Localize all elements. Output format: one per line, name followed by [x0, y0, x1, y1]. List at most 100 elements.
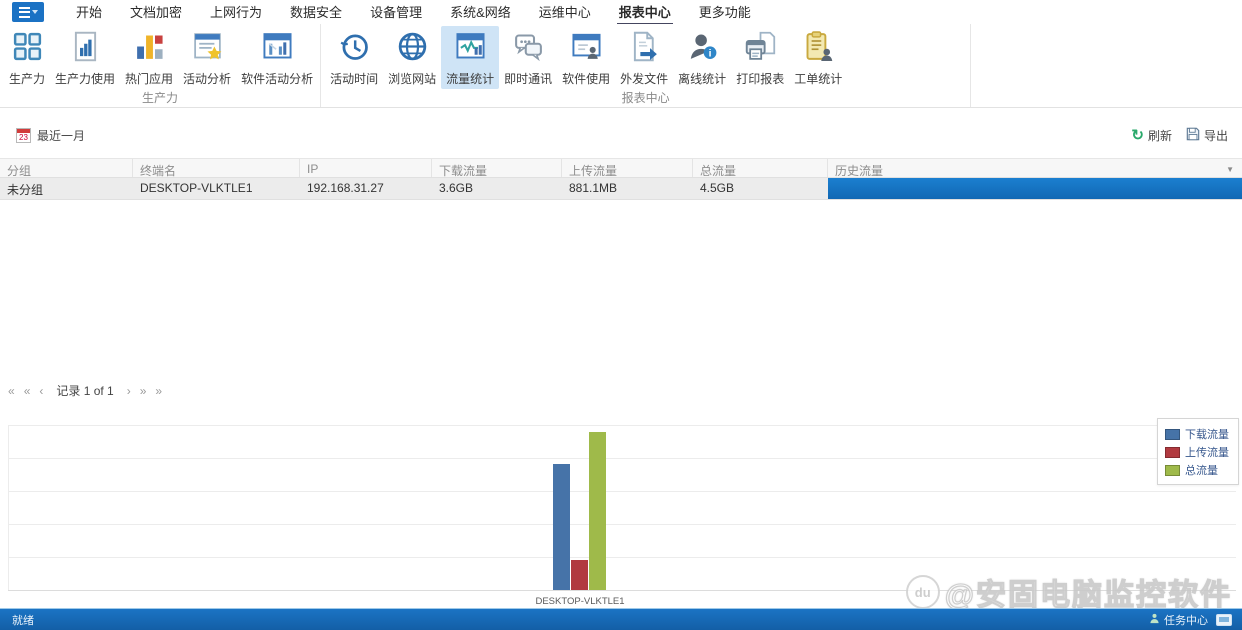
ribbon-item-instant-messaging[interactable]: 即时通讯 [499, 26, 557, 89]
cell-ip: 192.168.31.27 [307, 181, 384, 195]
tab-ops-center[interactable]: 运维中心 [525, 0, 605, 26]
ribbon-item-label: 工单统计 [794, 72, 843, 86]
legend-swatch-download [1165, 428, 1180, 440]
window-user-icon [570, 30, 603, 68]
ribbon-item-productivity[interactable]: 生产力 [4, 26, 50, 89]
ribbon-item-label: 热门应用 [125, 72, 174, 86]
traffic-pulse-icon [454, 30, 487, 68]
date-range-filter[interactable]: 23 最近一月 [16, 127, 85, 144]
tab-web-behavior[interactable]: 上网行为 [196, 0, 276, 26]
ribbon-item-label: 外发文件 [620, 72, 669, 86]
refresh-button[interactable]: ↻ 刷新 [1131, 127, 1172, 144]
pager-prev-page-button[interactable]: « [24, 384, 31, 398]
ribbon-item-activity-time[interactable]: 活动时间 [325, 26, 383, 89]
refresh-icon: ↻ [1131, 126, 1144, 144]
monitor-icon[interactable] [1216, 613, 1232, 626]
chevron-down-icon [31, 10, 38, 14]
ribbon-item-traffic-statistics[interactable]: 流量统计 [441, 26, 500, 89]
filter-caret-icon[interactable]: ▼ [1226, 165, 1234, 174]
status-ready-text: 就绪 [12, 614, 34, 627]
table-row[interactable]: 未分组 DESKTOP-VLKTLE1 192.168.31.27 3.6GB … [0, 178, 1242, 200]
ribbon-group-title: 生产力 [142, 91, 179, 105]
x-axis-line [8, 590, 1236, 591]
doc-chart-icon [69, 30, 102, 68]
tab-system-network[interactable]: 系统&网络 [436, 0, 525, 26]
legend-item-upload: 上传流量 [1165, 444, 1232, 460]
tab-doc-encryption[interactable]: 文档加密 [116, 0, 196, 26]
status-bar: 就绪 任务中心 [0, 608, 1242, 630]
ribbon-spacer [971, 24, 1242, 107]
col-header-download[interactable]: 下载流量 [432, 159, 562, 177]
ribbon-item-offline-statistics[interactable]: i 离线统计 [673, 26, 731, 89]
hamburger-icon [18, 6, 30, 18]
printer-icon [744, 30, 777, 68]
ribbon-item-outgoing-files[interactable]: 外发文件 [615, 26, 673, 89]
pager-first-button[interactable]: « [8, 384, 15, 398]
bar-2-total [589, 432, 606, 590]
pager-last-button[interactable]: » [155, 384, 162, 398]
export-button[interactable]: 导出 [1186, 127, 1228, 144]
bars-plot-area [0, 405, 1242, 590]
ribbon-item-label: 生产力使用 [55, 72, 116, 86]
tab-start[interactable]: 开始 [62, 0, 116, 26]
clock-history-icon [338, 30, 371, 68]
ribbon-item-software-activity-analysis[interactable]: 软件活动分析 [236, 26, 318, 89]
date-range-label: 最近一月 [37, 129, 86, 143]
toolbar-actions: ↻ 刷新 导出 [1131, 127, 1228, 144]
ribbon-item-label: 软件使用 [562, 72, 611, 86]
clipboard-user-icon [802, 30, 835, 68]
col-header-terminal[interactable]: 终端名 [133, 159, 300, 177]
menu-tabs: 开始 文档加密 上网行为 数据安全 设备管理 系统&网络 运维中心 报表中心 更… [62, 0, 765, 26]
ribbon-group-report-center: 活动时间 浏览网站 流量统计 即时通讯 软件使用 外发文件 i 离线统计 打印报… [321, 24, 972, 107]
pager-record-text: 记录 1 of 1 [56, 384, 114, 398]
app-window: 开始 文档加密 上网行为 数据安全 设备管理 系统&网络 运维中心 报表中心 更… [0, 0, 1242, 630]
cell-history [828, 178, 1242, 199]
table-header-row: 分组 终端名 IP 下载流量 上传流量 总流量 历史流量 ▼ [0, 158, 1242, 178]
doc-star-icon [191, 30, 224, 68]
pager-prev-button[interactable]: ‹ [39, 384, 43, 398]
col-header-upload[interactable]: 上传流量 [562, 159, 693, 177]
ribbon-item-ticket-statistics[interactable]: 工单统计 [789, 26, 847, 89]
chart-legend: 下载流量 上传流量 总流量 [1157, 418, 1239, 485]
tab-more-features[interactable]: 更多功能 [685, 0, 765, 26]
legend-item-total: 总流量 [1165, 462, 1232, 478]
tab-data-security[interactable]: 数据安全 [276, 0, 356, 26]
ribbon-item-label: 活动时间 [330, 72, 379, 86]
tab-report-center[interactable]: 报表中心 [605, 0, 685, 26]
cell-download: 3.6GB [439, 181, 474, 195]
col-header-total[interactable]: 总流量 [693, 159, 828, 177]
ribbon-item-browse-websites[interactable]: 浏览网站 [383, 26, 441, 89]
chat-icon [512, 30, 545, 68]
ribbon-item-label: 活动分析 [183, 72, 232, 86]
grid-icon [11, 30, 44, 68]
doc-export-icon [628, 30, 661, 68]
legend-swatch-total [1165, 464, 1180, 476]
ribbon-item-print-report[interactable]: 打印报表 [731, 26, 789, 89]
traffic-bar-chart: DESKTOP-VLKTLE1 下载流量 上传流量 总流量 [0, 405, 1242, 608]
pager-next-button[interactable]: › [127, 384, 131, 398]
filter-bar: 23 最近一月 ↻ 刷新 导出 [0, 109, 1242, 157]
ribbon-item-activity-analysis[interactable]: 活动分析 [178, 26, 236, 89]
ribbon-item-productivity-usage[interactable]: 生产力使用 [50, 26, 120, 89]
col-header-group[interactable]: 分组 [0, 159, 133, 177]
menu-bar: 开始 文档加密 上网行为 数据安全 设备管理 系统&网络 运维中心 报表中心 更… [0, 0, 1242, 26]
cell-total: 4.5GB [700, 181, 735, 195]
ribbon-item-hot-apps[interactable]: 热门应用 [120, 26, 178, 89]
bar-1-upload [571, 560, 588, 590]
ribbon-item-software-usage[interactable]: 软件使用 [557, 26, 615, 89]
cell-upload: 881.1MB [569, 181, 618, 195]
app-menu-button[interactable] [12, 2, 44, 22]
ribbon-item-label: 即时通讯 [504, 72, 553, 86]
pager: « « ‹ 记录 1 of 1 › » » [8, 382, 162, 399]
task-person-icon [1149, 613, 1160, 627]
legend-swatch-upload [1165, 446, 1180, 458]
col-header-ip[interactable]: IP [300, 159, 432, 177]
tab-device-management[interactable]: 设备管理 [356, 0, 436, 26]
history-usage-bar [828, 178, 1242, 199]
legend-item-download: 下载流量 [1165, 426, 1232, 442]
task-center-button[interactable]: 任务中心 [1149, 612, 1208, 628]
save-export-icon [1186, 127, 1200, 144]
pager-next-page-button[interactable]: » [140, 384, 147, 398]
col-header-history[interactable]: 历史流量 ▼ [828, 159, 1242, 177]
cell-terminal: DESKTOP-VLKTLE1 [140, 181, 253, 195]
